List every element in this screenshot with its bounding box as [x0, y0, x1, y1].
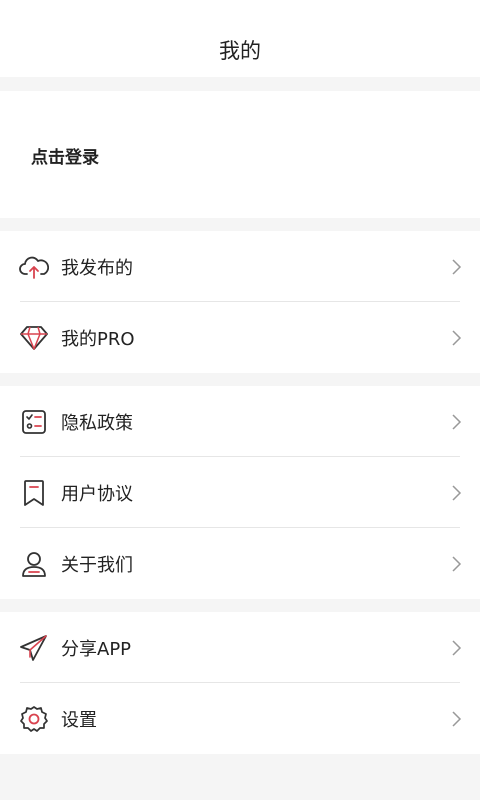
chevron-right-icon [450, 484, 462, 502]
menu-item-my-posts[interactable]: 我发布的 [0, 231, 480, 302]
chevron-right-icon [450, 639, 462, 657]
chevron-right-icon [450, 258, 462, 276]
menu-item-share-app[interactable]: 分享APP [0, 612, 480, 683]
menu-item-label: 我的PRO [61, 328, 135, 350]
paper-plane-icon [19, 633, 49, 663]
menu-group-misc: 分享APP 设置 [0, 612, 480, 754]
cloud-upload-icon [19, 252, 49, 282]
menu-item-label: 用户协议 [61, 483, 133, 505]
menu-item-label: 关于我们 [61, 554, 133, 576]
menu-item-label: 我发布的 [61, 257, 133, 279]
chevron-right-icon [450, 710, 462, 728]
page-title: 我的 [219, 39, 261, 63]
menu-group-content: 我发布的 我的PRO [0, 231, 480, 373]
chevron-right-icon [450, 329, 462, 347]
checklist-icon [19, 407, 49, 437]
gear-icon [19, 704, 49, 734]
bookmark-icon [19, 478, 49, 508]
chevron-right-icon [450, 413, 462, 431]
menu-item-label: 隐私政策 [61, 412, 133, 434]
login-link[interactable]: 点击登录 [31, 143, 99, 168]
menu-item-about-us[interactable]: 关于我们 [0, 528, 480, 599]
menu-item-label: 设置 [61, 709, 97, 731]
menu-item-label: 分享APP [61, 638, 132, 660]
menu-group-info: 隐私政策 用户协议 关于我们 [0, 386, 480, 599]
menu-item-user-agreement[interactable]: 用户协议 [0, 457, 480, 528]
chevron-right-icon [450, 555, 462, 573]
menu-item-my-pro[interactable]: 我的PRO [0, 302, 480, 373]
user-icon [19, 549, 49, 579]
top-bar: 我的 [0, 0, 480, 77]
menu-item-privacy-policy[interactable]: 隐私政策 [0, 386, 480, 457]
diamond-icon [19, 323, 49, 353]
login-card[interactable]: 点击登录 [0, 91, 480, 218]
menu-item-settings[interactable]: 设置 [0, 683, 480, 754]
